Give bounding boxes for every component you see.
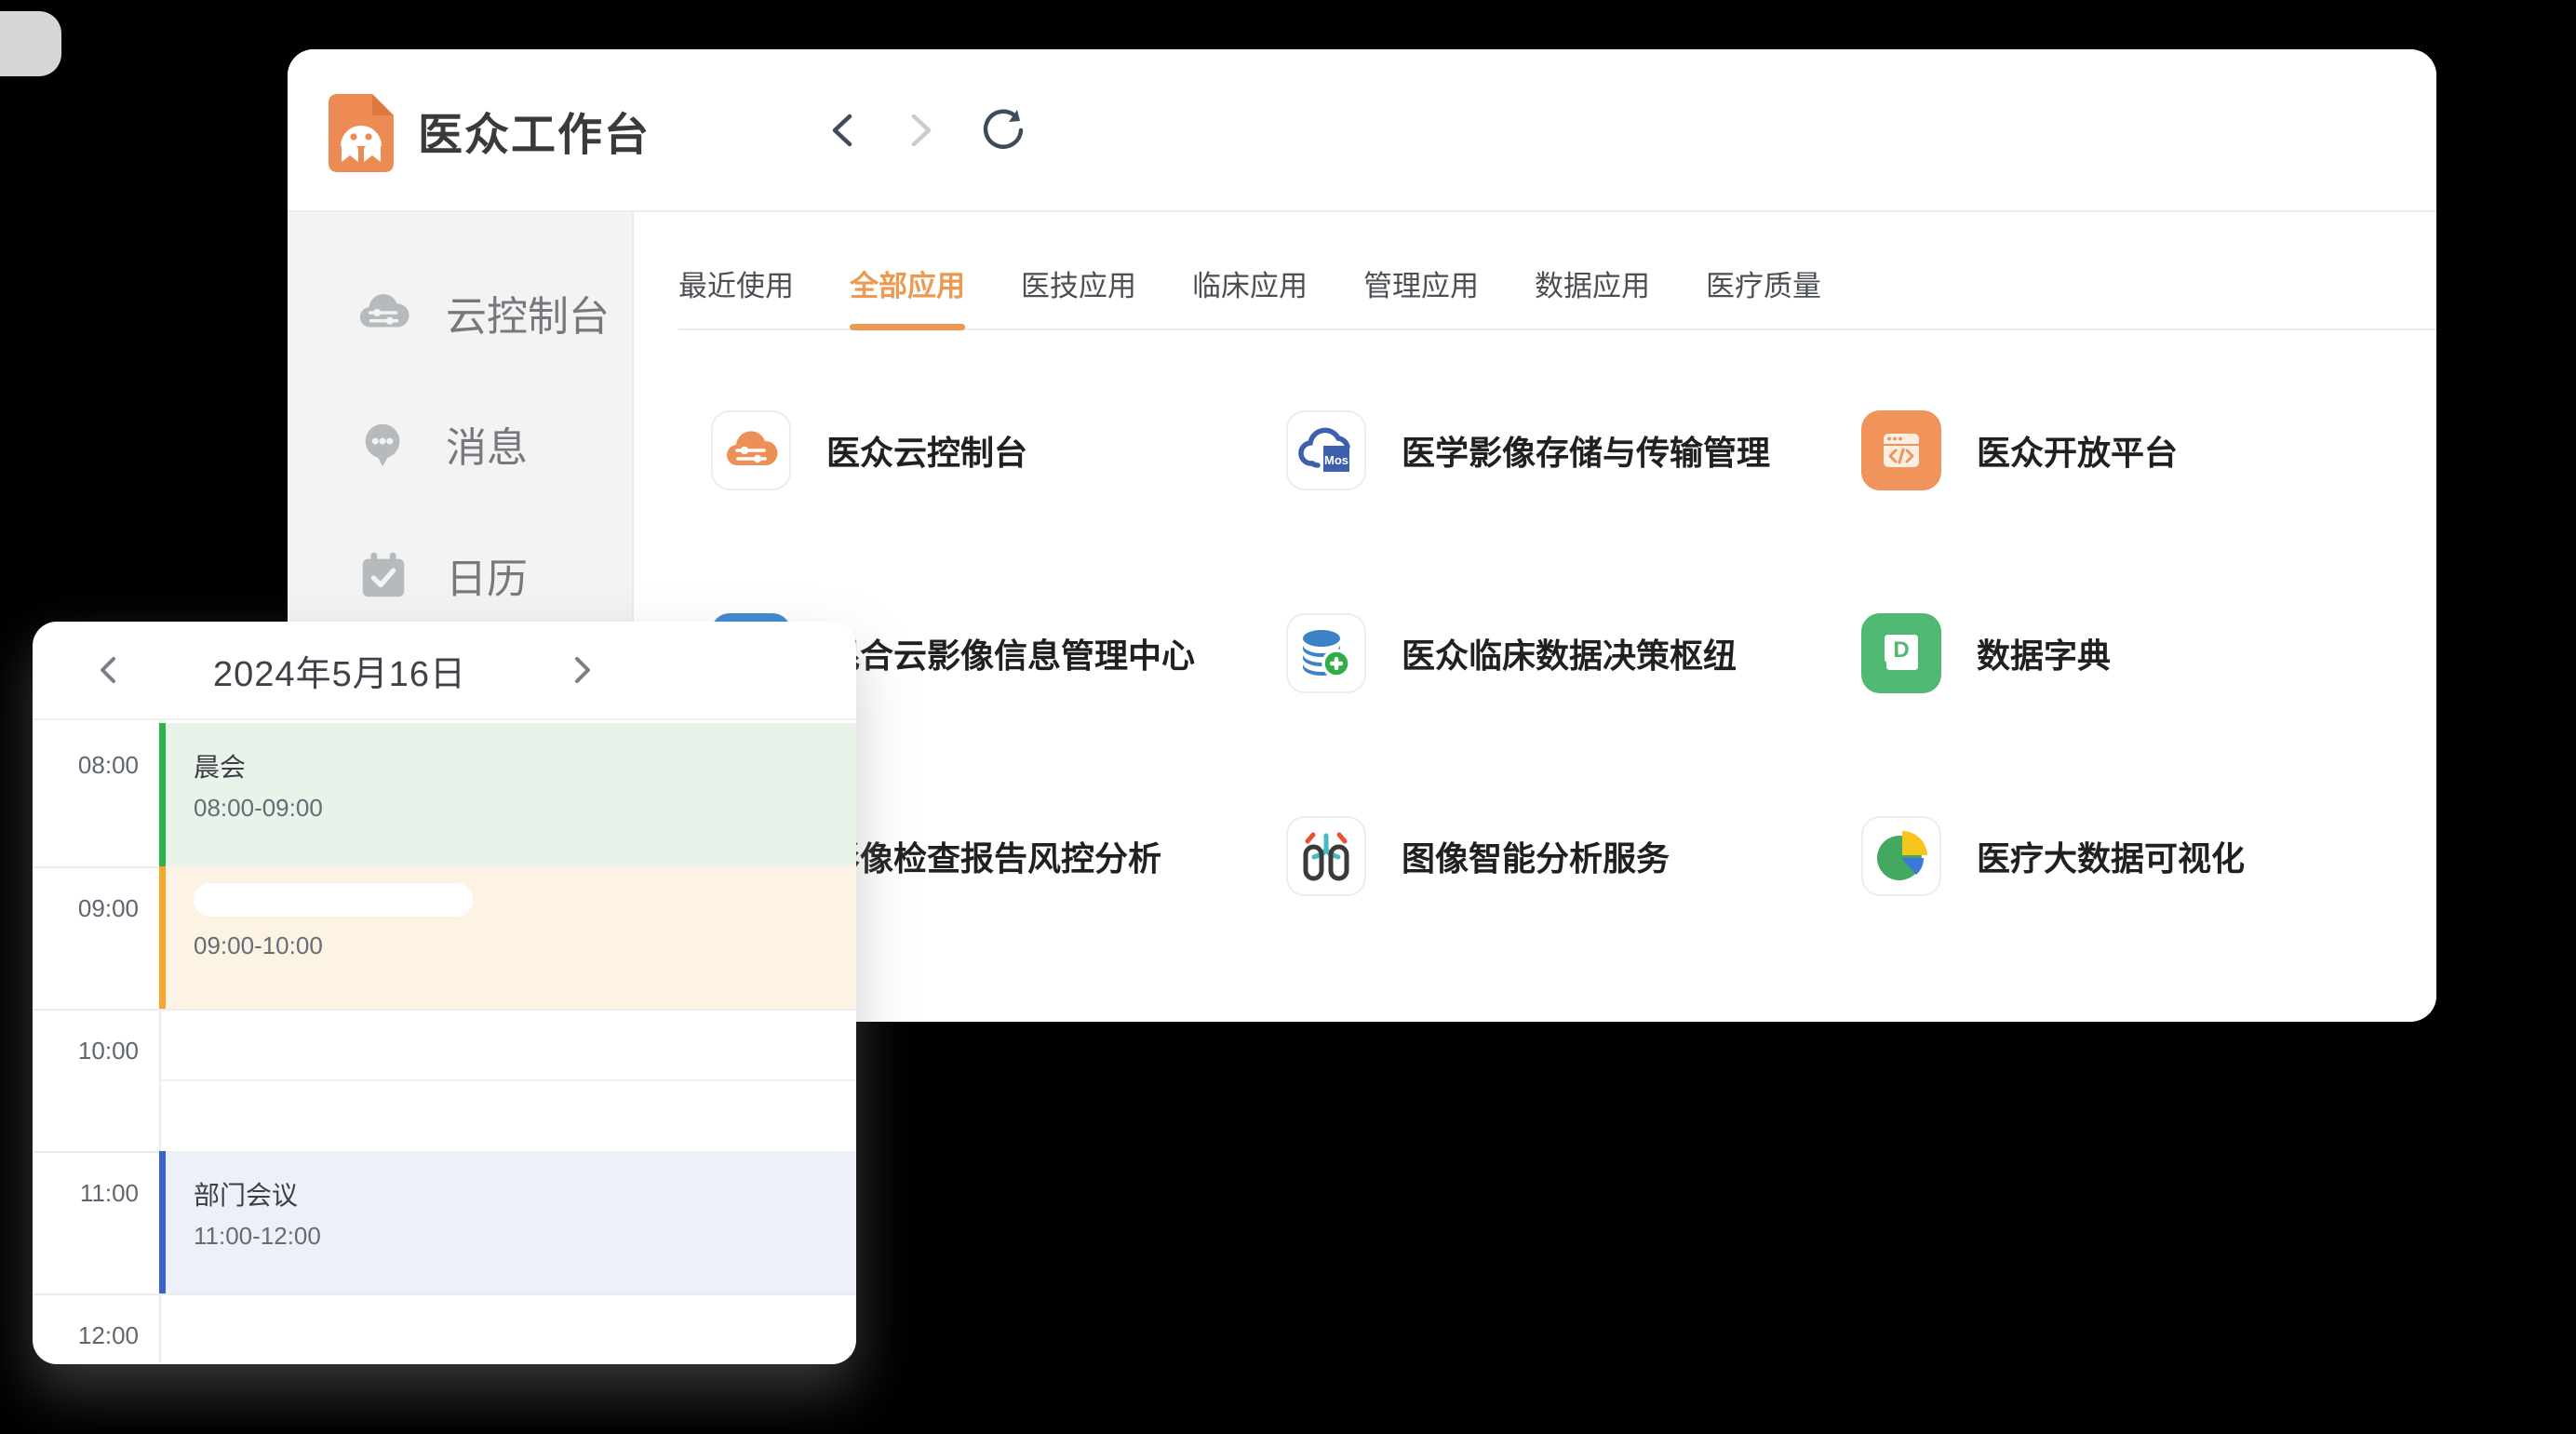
hour-gridline	[33, 1009, 856, 1011]
calendar-prev-day-button[interactable]	[96, 622, 120, 718]
app-logo-icon	[329, 94, 394, 172]
tab-recent[interactable]: 最近使用	[678, 262, 794, 328]
app-item[interactable]: Mos 医学影像存储与传输管理	[1286, 410, 1861, 490]
lungs-ai-icon	[1286, 816, 1366, 896]
calendar-event-redacted[interactable]: 09:00-10:00	[159, 866, 856, 1009]
time-label: 10:00	[33, 1037, 139, 1065]
cloud-mos-icon: Mos	[1286, 410, 1366, 490]
calendar-event-department-meeting[interactable]: 部门会议 11:00-12:00	[159, 1151, 856, 1293]
sidebar-item-label: 云控制台	[446, 283, 610, 342]
event-time: 08:00-09:00	[194, 794, 856, 823]
app-item[interactable]: 医众云控制台	[711, 410, 1286, 490]
open-platform-code-icon	[1861, 410, 1941, 490]
clinical-database-icon	[1286, 613, 1366, 693]
tab-clinical-apps[interactable]: 临床应用	[1192, 262, 1308, 328]
app-item[interactable]: 医疗大数据可视化	[1861, 816, 2436, 896]
tab-management-apps[interactable]: 管理应用	[1363, 262, 1479, 328]
time-label: 12:00	[33, 1321, 139, 1350]
app-grid: 医众云控制台 Mos 医学影像存储与传输管理	[711, 410, 2436, 896]
hour-gridline	[33, 1293, 856, 1295]
tab-data-apps[interactable]: 数据应用	[1535, 262, 1650, 328]
sidebar-item-label: 日历	[446, 545, 528, 605]
time-label: 11:00	[33, 1179, 139, 1208]
app-label: 图像智能分析服务	[1402, 832, 1670, 880]
forward-button[interactable]	[905, 49, 938, 210]
app-label: 数据字典	[1977, 629, 2111, 677]
message-icon	[356, 417, 410, 471]
sidebar-item-label: 消息	[446, 414, 528, 474]
sidebar-item-messages[interactable]: 消息	[288, 399, 632, 489]
tab-all-apps[interactable]: 全部应用	[850, 262, 965, 328]
app-item[interactable]: 医众临床数据决策枢纽	[1286, 613, 1861, 693]
time-label: 09:00	[33, 894, 139, 923]
calendar-event-morning-meeting[interactable]: 晨会 08:00-09:00	[159, 723, 856, 866]
cloud-settings-icon	[356, 286, 410, 340]
time-label: 08:00	[33, 751, 139, 780]
calendar-icon	[356, 548, 410, 602]
app-item[interactable]: 图像智能分析服务	[1286, 816, 1861, 896]
app-label: 医众临床数据决策枢纽	[1402, 629, 1737, 677]
tab-medical-quality[interactable]: 医疗质量	[1706, 262, 1821, 328]
app-item[interactable]: 医众开放平台	[1861, 410, 2436, 490]
data-dictionary-book-icon: D	[1861, 613, 1941, 693]
app-label: 医疗大数据可视化	[1977, 832, 2245, 880]
svg-text:Mos: Mos	[1324, 453, 1348, 467]
sidebar-item-calendar[interactable]: 日历	[288, 530, 632, 620]
calendar-panel: 2024年5月16日 08:00 09:00 10:00 11:00 12:00…	[33, 622, 856, 1364]
event-time: 11:00-12:00	[194, 1222, 856, 1251]
event-time: 09:00-10:00	[194, 931, 856, 960]
refresh-button[interactable]	[980, 49, 1026, 210]
calendar-next-day-button[interactable]	[570, 622, 595, 718]
screen: 医众工作台	[0, 0, 2576, 1434]
app-label: 影像检查报告风控分析	[826, 832, 1161, 880]
calendar-date: 2024年5月16日	[130, 622, 549, 718]
window-title: 医众工作台	[418, 49, 651, 210]
event-title: 部门会议	[194, 1175, 856, 1213]
svg-text:D: D	[1893, 637, 1909, 663]
pie-chart-icon	[1861, 816, 1941, 896]
tab-bar: 最近使用 全部应用 医技应用 临床应用 管理应用 数据应用 医疗质量	[678, 212, 2436, 330]
half-hour-gridline	[161, 1079, 856, 1081]
calendar-header: 2024年5月16日	[33, 622, 856, 720]
sidebar-item-cloud-console[interactable]: 云控制台	[288, 268, 632, 357]
app-label: 医众云控制台	[826, 426, 1027, 475]
event-title: 晨会	[194, 747, 856, 784]
window-header: 医众工作台	[288, 49, 2436, 212]
tab-medtech-apps[interactable]: 医技应用	[1021, 262, 1136, 328]
background-window-corner	[0, 11, 61, 76]
back-button[interactable]	[825, 49, 859, 210]
app-label: 医众开放平台	[1977, 426, 2178, 475]
calendar-body: 08:00 09:00 10:00 11:00 12:00 晨会 08:00-0…	[33, 720, 856, 1362]
orange-cloud-sliders-icon	[711, 410, 791, 490]
main-content: 最近使用 全部应用 医技应用 临床应用 管理应用 数据应用 医疗质量	[634, 212, 2436, 1020]
app-label: 医学影像存储与传输管理	[1402, 426, 1770, 475]
app-label: 混合云影像信息管理中心	[826, 629, 1195, 677]
app-item[interactable]: D 数据字典	[1861, 613, 2436, 693]
redacted-event-title	[194, 883, 473, 917]
